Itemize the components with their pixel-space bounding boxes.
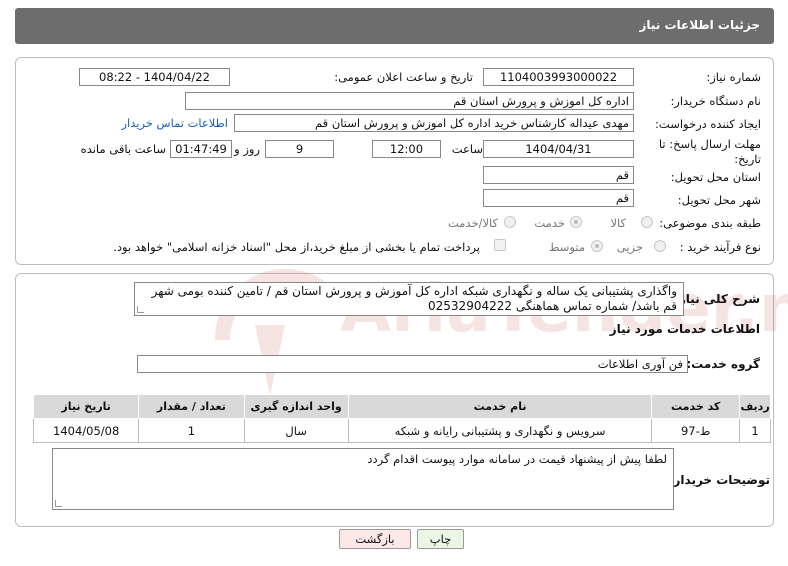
summary-textarea[interactable]: واگذاری پشتیبانی یک ساله و نگهداری شبکه … xyxy=(134,282,684,316)
creator-label: ایجاد کننده درخواست: xyxy=(655,117,761,131)
city-label: شهر محل تحویل: xyxy=(677,193,761,207)
remaining-time-field[interactable]: 01:47:49 xyxy=(170,140,232,158)
col-row-header: ردیف xyxy=(739,394,771,419)
summary-label: شرح کلی نیاز: xyxy=(674,292,760,306)
province-field[interactable]: قم xyxy=(483,166,634,184)
col-unit-header: واحد اندازه گیری xyxy=(243,394,349,419)
cell-service-name: سرویس و نگهداری و پشتیبانی رایانه و شبکه xyxy=(347,418,653,443)
cell-row-number: 1 xyxy=(739,418,771,443)
remaining-label: ساعت باقی مانده xyxy=(80,142,166,156)
province-label: استان محل تحویل: xyxy=(670,170,761,184)
announce-label: تاریخ و ساعت اعلان عمومی: xyxy=(334,70,473,84)
deadline-time-field[interactable]: 12:00 xyxy=(372,140,441,158)
resize-grip-icon[interactable] xyxy=(55,500,62,507)
category-option-service: خدمت xyxy=(534,216,565,230)
category-label: طبقه بندی موضوعی: xyxy=(659,216,761,230)
back-button[interactable]: بازگشت xyxy=(339,529,411,549)
page-title: جزئیات اطلاعات نیاز xyxy=(639,18,760,32)
deadline-label-line2: تاریخ: xyxy=(734,152,761,166)
time-label: ساعت xyxy=(451,142,483,156)
deadline-label: مهلت ارسال پاسخ: تا تاریخ: xyxy=(659,137,761,167)
notes-text: لطفا پیش از پیشنهاد قیمت در سامانه موارد… xyxy=(367,452,667,466)
buyer-org-field[interactable]: اداره کل اموزش و پرورش استان قم xyxy=(185,92,634,110)
category-radio-goods[interactable] xyxy=(641,216,653,228)
buyer-contact-link[interactable]: اطلاعات تماس خریدار xyxy=(121,116,228,130)
col-name-header: نام خدمت xyxy=(347,394,653,419)
summary-text: واگذاری پشتیبانی یک ساله و نگهداری شبکه … xyxy=(151,284,677,313)
title-bar: جزئیات اطلاعات نیاز xyxy=(15,8,774,44)
col-code-header: کد خدمت xyxy=(651,394,741,419)
days-label: روز و xyxy=(234,142,260,156)
services-section-title: اطلاعات خدمات مورد نیاز xyxy=(609,322,760,336)
cell-unit: سال xyxy=(243,418,349,443)
city-field[interactable]: قم xyxy=(483,189,634,207)
days-field[interactable]: 9 xyxy=(265,140,334,158)
category-radio-goods-service[interactable] xyxy=(504,216,516,228)
table-header-row: ردیف کد خدمت نام خدمت واحد اندازه گیری ت… xyxy=(32,394,771,419)
cell-quantity: 1 xyxy=(138,418,245,443)
resize-grip-icon[interactable] xyxy=(137,306,144,313)
category-option-goods: کالا xyxy=(610,216,626,230)
category-option-goods-service: کالا/خدمت xyxy=(447,216,498,230)
service-group-field[interactable]: فن آوری اطلاعات xyxy=(137,355,688,373)
category-radio-service[interactable] xyxy=(570,216,582,228)
deadline-date-field[interactable]: 1404/04/31 xyxy=(483,140,634,158)
service-group-label: گروه خدمت: xyxy=(686,357,760,371)
col-qty-header: تعداد / مقدار xyxy=(138,394,245,419)
table-row: 1 ط-97 سرویس و نگهداری و پشتیبانی رایانه… xyxy=(32,418,771,443)
notes-label: توضیحات خریدار: xyxy=(668,473,770,487)
creator-field[interactable]: مهدی عیداله کارشناس خرید اداره کل اموزش … xyxy=(234,114,634,132)
services-table: ردیف کد خدمت نام خدمت واحد اندازه گیری ت… xyxy=(32,394,771,443)
announce-datetime-field[interactable]: 1404/04/22 - 08:22 xyxy=(79,68,230,86)
print-button[interactable]: چاپ xyxy=(417,529,464,549)
need-number-field[interactable]: 1104003993000022 xyxy=(483,68,634,86)
cell-need-date: 1404/05/08 xyxy=(32,418,140,443)
deadline-label-line1: مهلت ارسال پاسخ: تا xyxy=(658,137,761,151)
notes-textarea[interactable]: لطفا پیش از پیشنهاد قیمت در سامانه موارد… xyxy=(52,448,674,510)
buyer-org-label: نام دستگاه خریدار: xyxy=(670,94,761,108)
cell-service-code: ط-97 xyxy=(651,418,741,443)
col-date-header: تاریخ نیاز xyxy=(32,394,140,419)
need-number-label: شماره نیاز: xyxy=(706,70,761,84)
